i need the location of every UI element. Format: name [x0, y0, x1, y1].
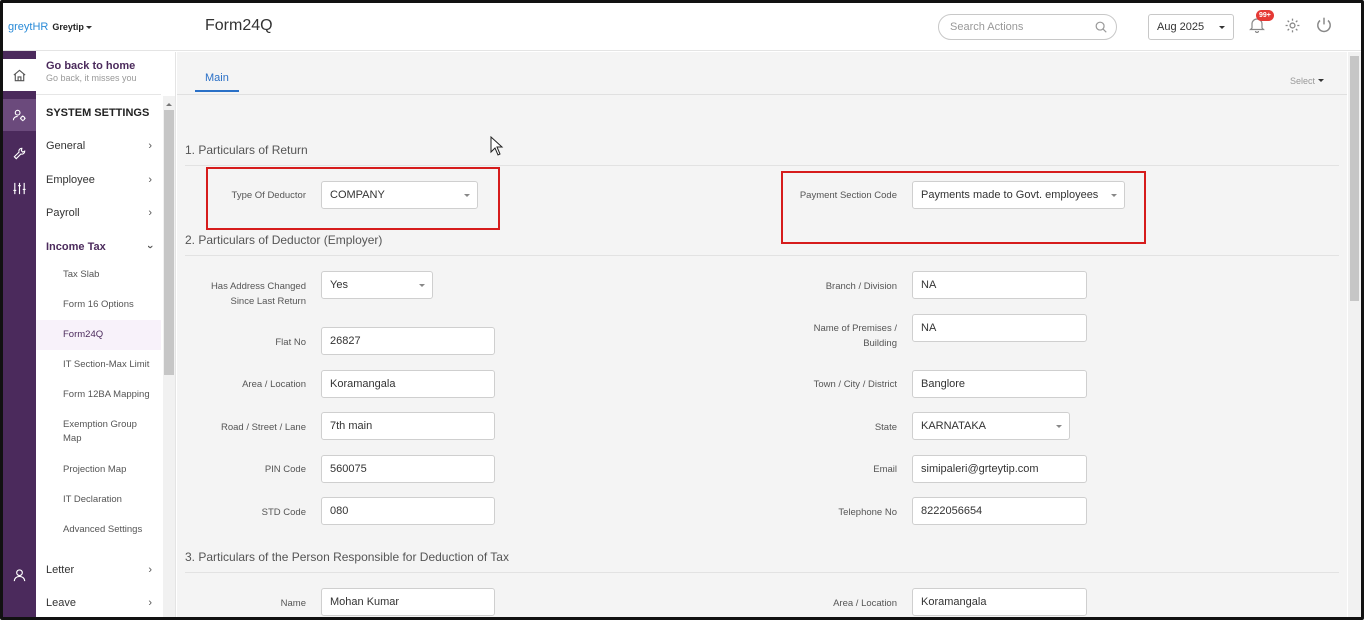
sidebar-item-income-tax[interactable]: Income Tax ›	[46, 241, 156, 253]
section-divider	[185, 165, 1339, 166]
home-icon[interactable]	[3, 59, 36, 91]
sub-item-form24q[interactable]: Form24Q	[63, 328, 158, 342]
address-changed-select[interactable]: Yes	[321, 271, 433, 299]
area-location-input[interactable]: Koramangala	[321, 370, 495, 398]
pin-code-label: PIN Code	[264, 464, 306, 475]
notification-badge: 99+	[1256, 10, 1274, 21]
chevron-down-icon	[1318, 79, 1324, 85]
chevron-right-icon: ›	[148, 207, 152, 219]
state-label: State	[874, 422, 897, 433]
user-settings-icon[interactable]	[3, 99, 36, 131]
sub-item-projection-map[interactable]: Projection Map	[63, 463, 158, 477]
person-area-label: Area / Location	[833, 598, 897, 609]
chevron-down-icon	[1219, 26, 1225, 32]
sub-item-tax-slab[interactable]: Tax Slab	[63, 268, 158, 282]
section-title-responsible-person: 3. Particulars of the Person Responsible…	[185, 550, 509, 564]
sidebar-scrollbar[interactable]	[163, 96, 175, 617]
road-street-label: Road / Street / Lane	[220, 422, 306, 433]
home-link-subtitle: Go back, it misses you	[46, 73, 137, 83]
road-street-input[interactable]: 7th main	[321, 412, 495, 440]
chevron-down-icon	[419, 284, 425, 290]
sidebar-item-payroll[interactable]: Payroll ›	[46, 207, 152, 219]
chevron-down-icon: ›	[144, 245, 157, 249]
search-input[interactable]: Search Actions	[938, 14, 1117, 40]
highlight-box	[206, 167, 500, 230]
town-city-label: Town / City / District	[813, 379, 897, 390]
company-name: Greytip	[52, 22, 84, 32]
section-title-deductor: 2. Particulars of Deductor (Employer)	[185, 233, 383, 247]
go-back-home-link[interactable]: Go back to home Go back, it misses you	[46, 60, 137, 83]
wrench-icon[interactable]	[3, 137, 36, 169]
person-area-input[interactable]: Koramangala	[912, 588, 1087, 616]
telephone-input[interactable]: 8222056654	[912, 497, 1087, 525]
sidebar-scroll-thumb[interactable]	[164, 110, 174, 375]
divider	[36, 94, 161, 95]
search-placeholder: Search Actions	[950, 21, 1024, 33]
search-icon	[1095, 21, 1107, 33]
sub-item-form12ba-mapping[interactable]: Form 12BA Mapping	[63, 388, 158, 402]
pin-code-input[interactable]: 560075	[321, 455, 495, 483]
tab-bar: Main Select	[177, 52, 1347, 95]
chevron-down-icon	[1056, 425, 1062, 431]
brand-logo[interactable]: greytHR Greytip	[8, 21, 92, 33]
person-name-input[interactable]: Mohan Kumar	[321, 588, 495, 616]
sub-item-form16-options[interactable]: Form 16 Options	[63, 298, 158, 312]
sub-item-it-section-max-limit[interactable]: IT Section-Max Limit	[63, 358, 158, 372]
company-caret-icon	[85, 26, 92, 32]
area-location-label: Area / Location	[242, 379, 306, 390]
tab-main[interactable]: Main	[195, 66, 239, 92]
home-link-title: Go back to home	[46, 60, 136, 72]
section-heading: SYSTEM SETTINGS	[46, 107, 150, 119]
power-icon[interactable]	[1315, 16, 1333, 34]
sidebar: Go back to home Go back, it misses you S…	[36, 52, 176, 617]
branch-division-label: Branch / Division	[825, 281, 897, 292]
month-select[interactable]: Aug 2025	[1148, 14, 1234, 40]
branch-division-input[interactable]: NA	[912, 271, 1087, 299]
premises-building-input[interactable]: NA	[912, 314, 1087, 342]
email-label: Email	[873, 464, 897, 475]
profile-icon[interactable]	[3, 559, 36, 591]
premises-building-label: Name of Premises / Building	[813, 323, 897, 349]
main-scrollbar[interactable]	[1348, 52, 1361, 617]
main-scroll-thumb[interactable]	[1350, 56, 1359, 301]
chevron-right-icon: ›	[148, 174, 152, 186]
page-title: Form24Q	[205, 17, 273, 34]
mouse-cursor-icon	[490, 136, 504, 156]
sub-item-exemption-group-map[interactable]: Exemption Group Map	[63, 418, 158, 446]
highlight-box	[781, 171, 1146, 244]
sub-item-it-declaration[interactable]: IT Declaration	[63, 493, 158, 507]
sliders-icon[interactable]	[3, 172, 36, 204]
telephone-label: Telephone No	[838, 507, 897, 518]
sidebar-item-employee[interactable]: Employee ›	[46, 174, 152, 186]
person-name-label: Name	[280, 598, 306, 609]
chevron-right-icon: ›	[148, 597, 152, 609]
gear-icon[interactable]	[1284, 17, 1301, 34]
town-city-input[interactable]: Banglore	[912, 370, 1087, 398]
section-title-return: 1. Particulars of Return	[185, 143, 308, 157]
sidebar-item-leave[interactable]: Leave ›	[46, 597, 152, 609]
std-code-input[interactable]: 080	[321, 497, 495, 525]
address-changed-label: Has Address Changed Since Last Return	[210, 281, 306, 307]
section-divider	[185, 572, 1339, 573]
scroll-up-icon[interactable]	[166, 100, 172, 106]
sidebar-item-general[interactable]: General ›	[46, 140, 152, 152]
chevron-right-icon: ›	[148, 564, 152, 576]
section-divider	[185, 255, 1339, 256]
sub-item-advanced-settings[interactable]: Advanced Settings	[63, 523, 158, 537]
flat-no-label: Flat No	[275, 337, 306, 348]
flat-no-input[interactable]: 26827	[321, 327, 495, 355]
icon-rail	[3, 3, 36, 617]
sidebar-item-letter[interactable]: Letter ›	[46, 564, 152, 576]
email-input[interactable]: simipaleri@grteytip.com	[912, 455, 1087, 483]
tab-select-dropdown[interactable]: Select	[1290, 76, 1324, 86]
chevron-right-icon: ›	[148, 140, 152, 152]
std-code-label: STD Code	[261, 507, 306, 518]
state-select[interactable]: KARNATAKA	[912, 412, 1070, 440]
